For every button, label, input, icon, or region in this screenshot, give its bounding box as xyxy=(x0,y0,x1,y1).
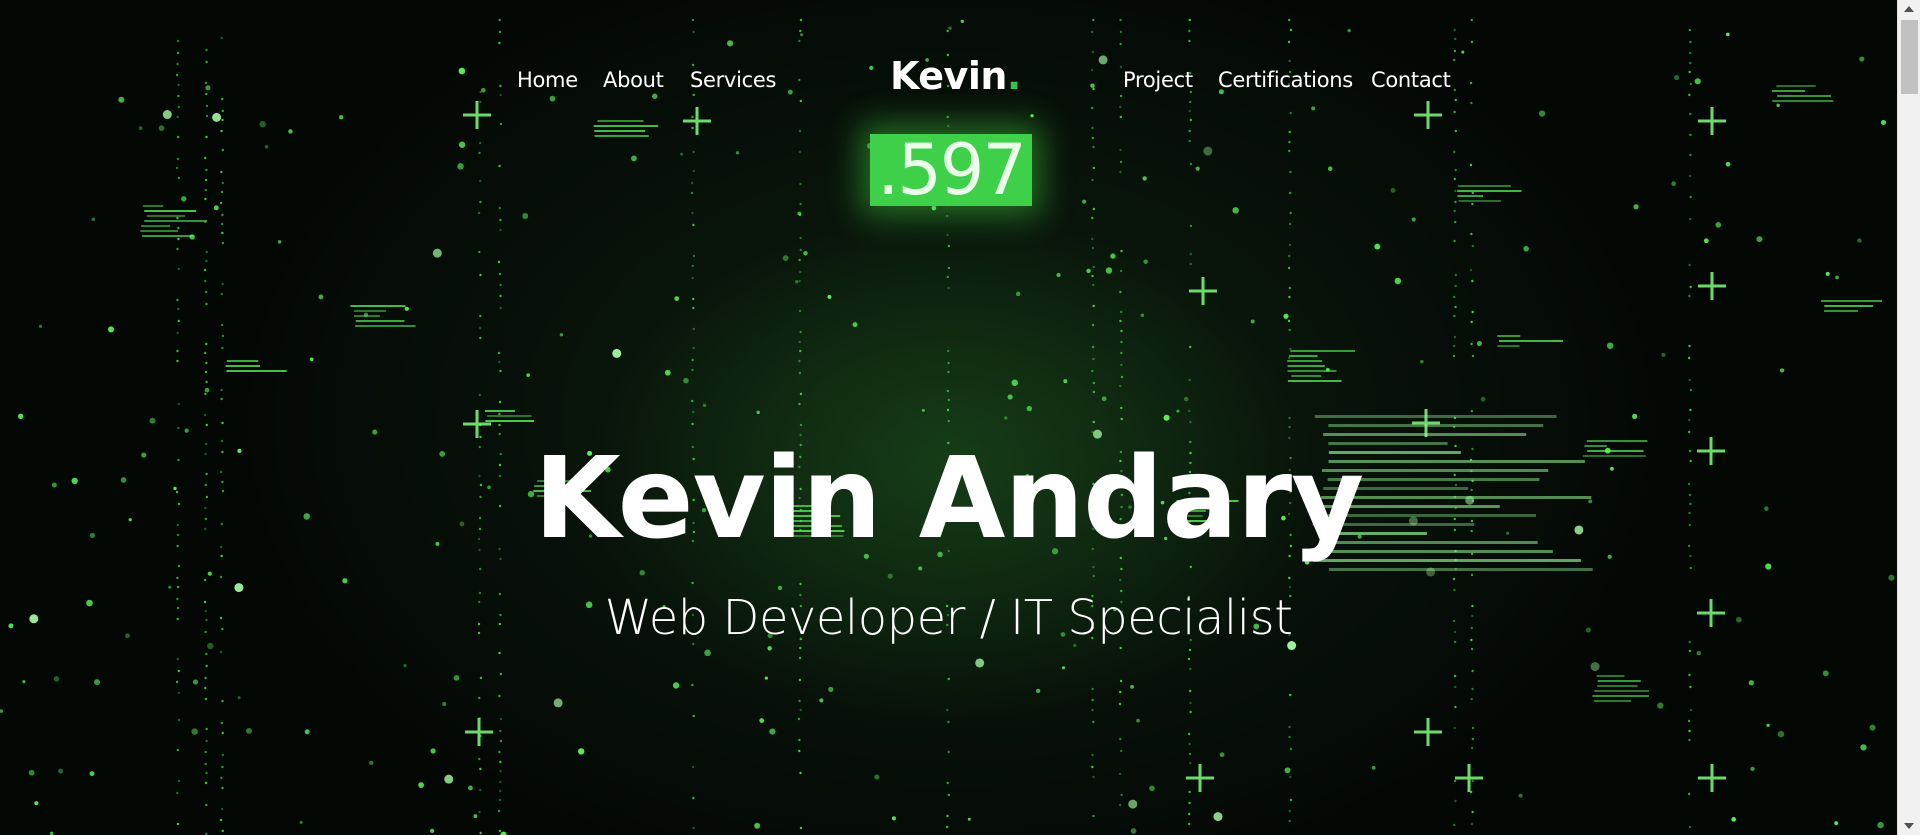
brand-dot: . xyxy=(1006,54,1021,98)
page-scrollbar[interactable] xyxy=(1897,0,1920,835)
nav-contact-link[interactable]: Contact xyxy=(1371,68,1451,92)
scroll-down-arrow-icon[interactable] xyxy=(1904,823,1914,829)
hero-subtitle: Web Developer / IT Specialist xyxy=(604,590,1293,646)
nav-home-link[interactable]: Home xyxy=(517,68,578,92)
nav-certifications-link[interactable]: Certifications xyxy=(1218,68,1353,92)
matrix-background xyxy=(0,18,1895,835)
scroll-thumb[interactable] xyxy=(1901,20,1918,94)
nav-project-link[interactable]: Project xyxy=(1123,68,1193,92)
nav-about-link[interactable]: About xyxy=(603,68,664,92)
brand-name: Kevin xyxy=(890,54,1007,98)
hero-title: Kevin Andary xyxy=(533,434,1364,565)
nav-services-link[interactable]: Services xyxy=(690,68,776,92)
counter-badge: .597 xyxy=(870,134,1032,206)
brand-logo[interactable]: Kevin. xyxy=(890,54,1021,98)
hero-section: .597 Home About Services Kevin. Project … xyxy=(0,0,1897,835)
scroll-up-arrow-icon[interactable] xyxy=(1904,6,1914,12)
top-nav: Home About Services Kevin. Project Certi… xyxy=(0,54,1897,100)
